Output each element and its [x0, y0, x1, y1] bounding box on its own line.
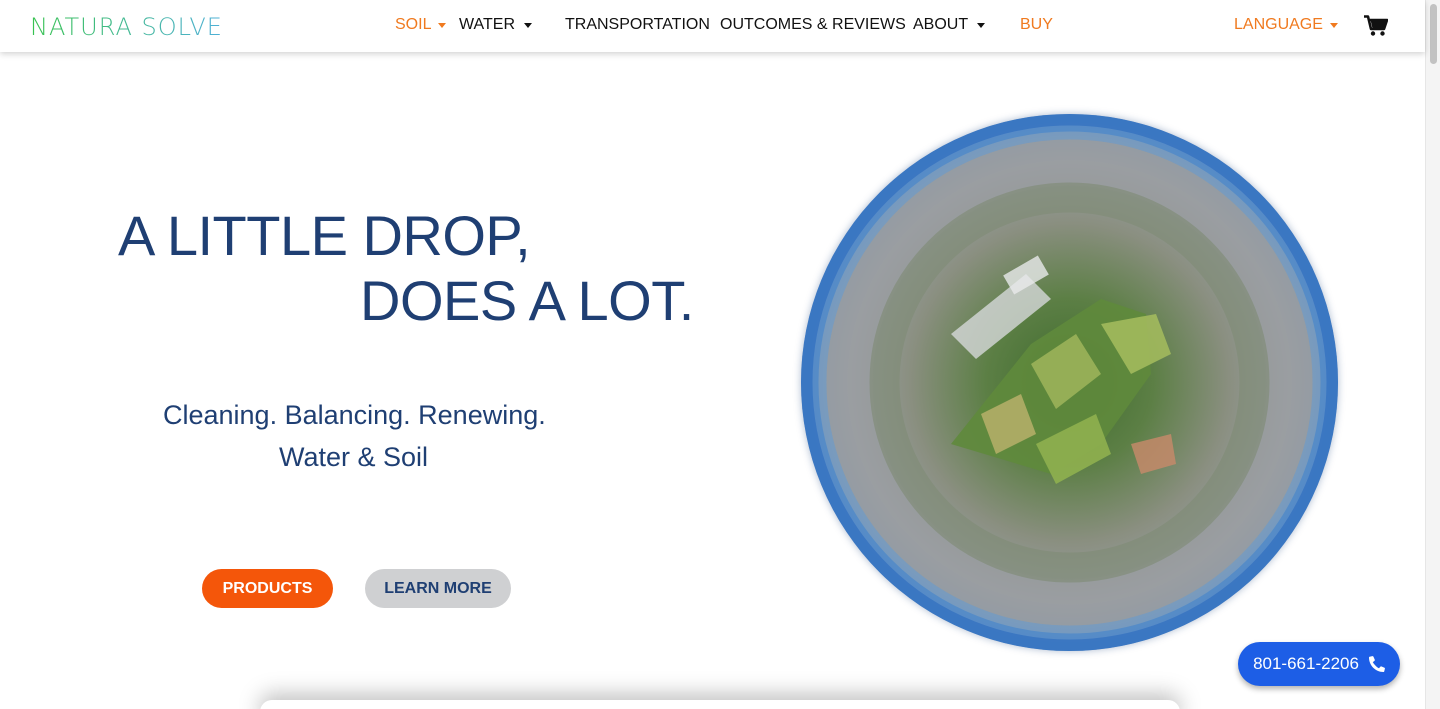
scrollbar-thumb[interactable] [1430, 4, 1437, 64]
chevron-down-icon [524, 22, 532, 28]
natura-solve-logo[interactable]: NATURA SOLVE [30, 13, 223, 41]
nav-about-dropdown[interactable]: ABOUT [913, 16, 986, 34]
nav-transportation[interactable]: TRANSPORTATION [565, 16, 710, 34]
nav-outcomes-reviews[interactable]: OUTCOMES & REVIEWS [720, 16, 906, 34]
nav-soil-label: SOIL [395, 16, 432, 33]
page-scrollbar[interactable] [1425, 0, 1440, 709]
call-phone-button[interactable]: 801-661-2206 [1238, 642, 1400, 686]
hero-headline-line1: A LITTLE DROP, [118, 204, 531, 267]
shopping-cart-icon[interactable] [1364, 15, 1388, 37]
chevron-down-icon [1329, 22, 1338, 28]
chevron-down-icon [438, 22, 447, 28]
nav-about-label: ABOUT [913, 16, 969, 33]
hero-subheading-line2: Water & Soil [279, 442, 429, 472]
learn-more-button[interactable]: LEARN MORE [365, 569, 511, 608]
phone-icon [1368, 656, 1385, 672]
nav-language-dropdown[interactable]: LANGUAGE [1234, 16, 1338, 34]
nav-water-label: WATER [459, 16, 515, 33]
hero-subheading-line1: Cleaning. Balancing. Renewing. [163, 400, 546, 430]
top-navbar: NATURA SOLVE SOIL WATER TRANSPORTATION O… [0, 0, 1425, 52]
tiny-planet-globe-image [801, 114, 1338, 651]
nav-soil-dropdown[interactable]: SOIL [395, 16, 447, 34]
phone-number: 801-661-2206 [1253, 654, 1359, 673]
products-button[interactable]: PRODUCTS [202, 569, 333, 608]
nav-language-label: LANGUAGE [1234, 16, 1323, 33]
chevron-down-icon [977, 22, 986, 28]
nav-buy[interactable]: BUY [1020, 16, 1053, 34]
content-card-edge [260, 700, 1180, 709]
hero-headline-line2: DOES A LOT. [360, 269, 694, 332]
nav-water-dropdown[interactable]: WATER [459, 16, 532, 34]
